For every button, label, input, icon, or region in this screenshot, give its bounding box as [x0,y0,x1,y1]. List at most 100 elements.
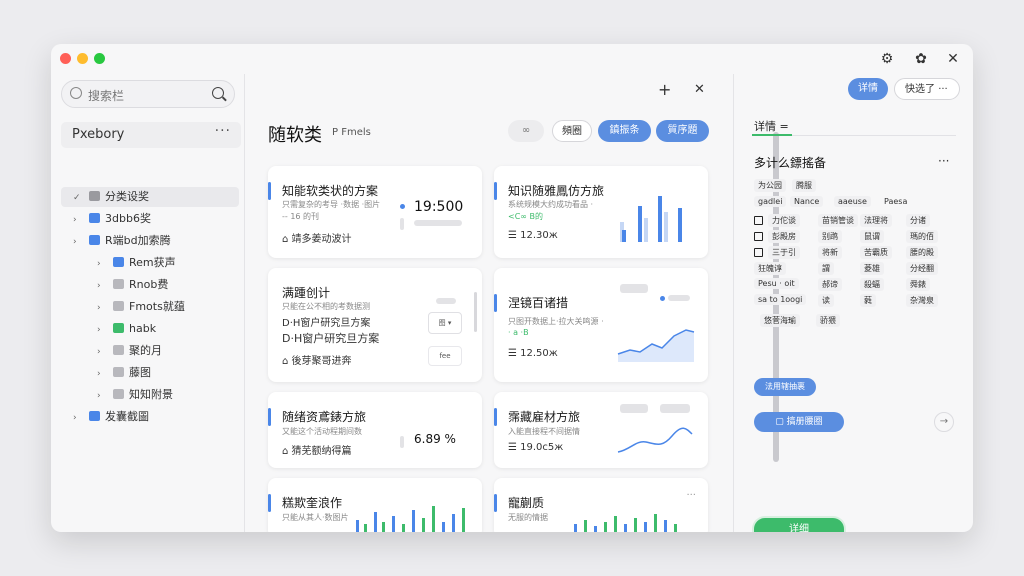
checkbox[interactable] [754,248,763,257]
tag[interactable]: sa to 1oogi [754,294,807,305]
tag[interactable]: 菱雄 [860,262,884,275]
tree-item[interactable]: ✓ 分类设奖 [61,187,239,207]
search-icon[interactable] [212,87,224,99]
search-input[interactable]: 搜索栏 [61,80,235,108]
tag[interactable]: 謂 [818,262,834,275]
tree-item-label: 知知附景 [129,388,173,401]
tree-item[interactable]: › habk [85,319,235,339]
tag[interactable]: 蕤 [860,294,876,307]
maximize-window-button[interactable] [94,53,105,64]
tag[interactable]: Nance [790,196,824,207]
card-1[interactable]: 知能软类状的方案 只需复杂的考导 ·数据 ·图片 -- 16 的刊 ⌂ 靖多姜动… [268,166,482,258]
checkbox[interactable] [754,216,763,225]
tag[interactable]: 分诸 [906,214,930,227]
chevron-right-icon[interactable]: › [97,342,107,362]
tree-item[interactable]: › 藤图 [85,363,235,383]
tree-item[interactable]: › 3dbb6奖 [61,209,239,229]
new-button[interactable]: 質序題 [656,120,709,142]
tag[interactable]: 彭殿房 [768,230,800,243]
card-sub: <C∞ B的 [508,212,543,221]
tag[interactable]: 苦霸质 [860,246,892,259]
workspace-selector[interactable]: Pxebory ··· [61,122,241,148]
tree-item[interactable]: › 发囊截圖 [61,407,239,427]
list-icon: ☰ [508,230,521,241]
card-4[interactable]: 涅镜百诸措 只图开数据上·拉大关鸣源 · · a ·B ☰ 12.50ж [494,268,708,382]
card-title: 知能软类状的方案 [282,184,379,198]
chevron-right-icon[interactable]: › [97,364,107,384]
export-button[interactable]: 鎮振条 [598,120,651,142]
check-icon[interactable]: ✓ [73,188,83,208]
more-icon[interactable]: ··· [938,154,949,168]
bar-chart [620,196,682,242]
chevron-right-icon[interactable]: › [97,276,107,296]
add-icon[interactable]: + [658,80,671,99]
tree-item[interactable]: › 聚的月 [85,341,235,361]
card-2[interactable]: 知识随雅鳳仿方旅 系统规模大约成功看品 · <C∞ B的 ☰ 12.30ж [494,166,708,258]
tag[interactable]: gadlei [754,196,787,207]
confirm-button[interactable]: 详细 [754,518,844,532]
tag[interactable]: 殺蝠 [860,278,884,291]
pin-icon[interactable]: ✕ [694,82,705,97]
tag[interactable]: 狂魄谆 [754,262,786,275]
tag[interactable]: 法理将 [860,214,892,227]
blur-text [620,284,648,293]
tag[interactable]: 杂灣泉 [906,294,938,307]
minimize-window-button[interactable] [77,53,88,64]
tree-item[interactable]: › Fmots就蕴 [85,297,235,317]
detail-button[interactable]: 详情 [848,78,888,100]
chevron-right-icon[interactable]: › [73,232,83,252]
dropdown[interactable]: 图 ▾ [428,312,462,334]
checkbox[interactable] [754,232,763,241]
card-5[interactable]: 随绪资鳶錶方旅 又能这个活动程期间数 ⌂ 猜芜额纳得篇 6.89 % [268,392,482,468]
card-8[interactable]: 寵蒯质 无服的情据 ··· [494,478,708,532]
card-scroll[interactable] [474,292,477,332]
chevron-right-icon[interactable]: › [97,386,107,406]
tag[interactable]: 读 [818,294,834,307]
tag[interactable]: 舜錶 [906,278,930,291]
tag[interactable]: 将新 [818,246,842,259]
close-window-button[interactable] [60,53,71,64]
tag[interactable]: 三于引 [768,246,800,259]
arrow-right-icon[interactable]: → [934,412,954,432]
filter-button[interactable]: ∞ [508,120,544,142]
chevron-right-icon[interactable]: › [97,298,107,318]
tree-item[interactable]: › R端bd加索腾 [61,231,239,251]
chevron-right-icon[interactable]: › [97,254,107,274]
tag[interactable]: 苗销管谈 [818,214,858,227]
tag[interactable]: 分经翻 [906,262,938,275]
tag[interactable]: ааеuse [834,196,871,207]
save-button[interactable]: ▢ 搞册腰圈 [754,412,844,432]
card-6[interactable]: 霈藏雇材方旅 入能直接程不间据情 ☰ 19.0ᴄ5ж [494,392,708,468]
card-7[interactable]: 糕欺奎浪作 只能从其人·数图片 [268,478,482,532]
more-icon[interactable]: ··· [686,490,696,501]
tag[interactable]: 瑪的佰 [906,230,938,243]
card-value: 6.89 % [414,432,456,446]
tag[interactable]: 鼠谓 [860,230,884,243]
tree-item[interactable]: › 知知附景 [85,385,235,405]
tag[interactable]: 别鹉 [818,230,842,243]
quick-select-button[interactable]: 快选了 ··· [894,78,960,100]
chevron-right-icon[interactable]: › [73,210,83,230]
tag[interactable]: Pesu · oit [754,278,799,289]
tab-details[interactable]: 详情 = [754,118,789,134]
settings-icon[interactable]: ⚙ [878,50,896,68]
more-icon[interactable]: ··· [215,123,231,139]
tag[interactable]: 郝谛 [818,278,842,291]
tag[interactable]: 力佗谈 [768,214,800,227]
tag[interactable]: Paesa [880,196,911,207]
tag[interactable]: 悠菅海瑜 [760,314,800,327]
gear-icon[interactable]: ✿ [912,50,930,68]
close-icon[interactable]: ✕ [944,50,962,68]
tag[interactable]: 腾服 [792,179,816,192]
add-tag-button[interactable]: 法用辖抽裹 [754,378,816,396]
card-3[interactable]: 满踵创计 只能在公不相的考数据测 D·H窗户研究旦方案 D·H窗户研究旦方案 ⌂… [268,268,482,382]
tree-item[interactable]: › Rnob费 [85,275,235,295]
tag[interactable]: 腰的殿 [906,246,938,259]
card-footer: ☰ 12.30ж [508,230,558,241]
chevron-right-icon[interactable]: › [73,408,83,428]
tag[interactable]: 骄猥 [816,314,840,327]
chevron-right-icon[interactable]: › [97,320,107,340]
tag[interactable]: 为公园 [754,179,786,192]
tree-item[interactable]: › Rem获声 [85,253,235,273]
view-button[interactable]: 頻圈 [552,120,592,142]
